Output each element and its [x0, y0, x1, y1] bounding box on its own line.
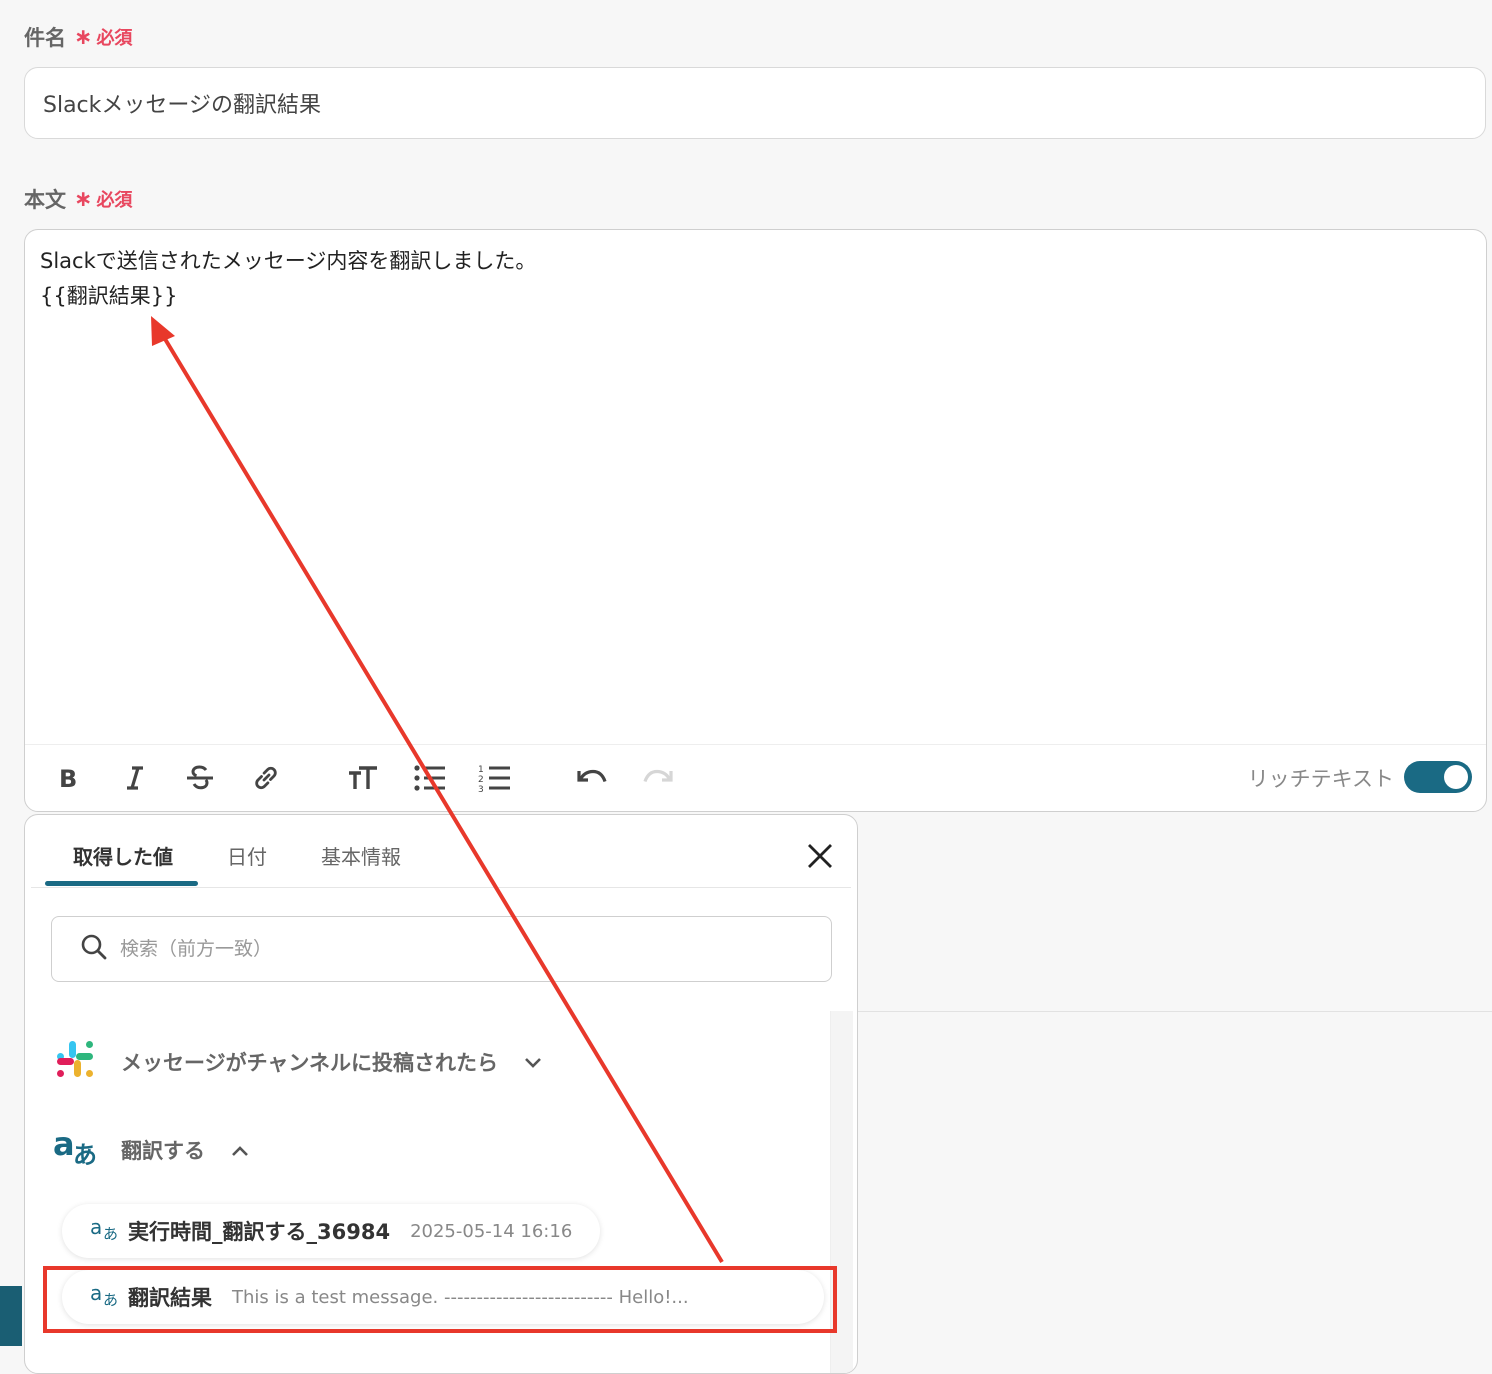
close-icon[interactable]: [807, 843, 833, 873]
tab-basic-info[interactable]: 基本情報: [321, 841, 401, 870]
svg-text:2: 2: [478, 775, 484, 785]
body-line: Slackで送信されたメッセージ内容を翻訳しました。: [40, 249, 537, 273]
required-text: 必須: [96, 190, 133, 211]
link-icon[interactable]: [251, 761, 281, 795]
bullet-list-icon[interactable]: [413, 761, 447, 795]
bold-icon[interactable]: B: [57, 761, 81, 795]
body-editor-content[interactable]: Slackで送信されたメッセージ内容を翻訳しました。 {{翻訳結果}}: [40, 244, 536, 314]
tab-divider: [31, 887, 851, 888]
subject-input[interactable]: Slackメッセージの翻訳結果: [24, 67, 1486, 139]
group-slack-trigger[interactable]: メッセージがチャンネルに投稿されたら: [53, 1037, 542, 1086]
body-label: 本文 ∗ 必須: [24, 184, 132, 214]
numbered-list-icon[interactable]: 123: [478, 761, 512, 795]
search-input[interactable]: [118, 937, 722, 961]
translate-icon: aあ: [90, 1215, 120, 1247]
svg-text:あ: あ: [103, 1225, 118, 1242]
editor-toolbar: B 123 リッチテキスト: [25, 744, 1486, 811]
variable-name: 実行時間_翻訳する_36984: [128, 1220, 391, 1244]
required-asterisk-icon: ∗: [74, 24, 93, 50]
body-editor[interactable]: Slackで送信されたメッセージ内容を翻訳しました。 {{翻訳結果}} B 12…: [24, 229, 1487, 812]
active-tab-indicator: [45, 881, 198, 886]
italic-icon[interactable]: [123, 761, 147, 795]
rich-text-toggle[interactable]: [1404, 761, 1472, 793]
svg-text:a: a: [90, 1216, 102, 1239]
subject-label-text: 件名: [24, 26, 66, 50]
translate-icon: aあ: [53, 1125, 101, 1172]
tab-acquired-values[interactable]: 取得した値: [73, 841, 173, 870]
strikethrough-icon[interactable]: [185, 761, 215, 795]
variable-value: 2025-05-14 16:16: [410, 1220, 573, 1242]
text-size-icon[interactable]: [347, 761, 379, 795]
subject-value: Slackメッセージの翻訳結果: [43, 93, 321, 118]
body-variable-line: {{翻訳結果}}: [40, 284, 178, 308]
chevron-down-icon[interactable]: [524, 1050, 542, 1074]
group-label: 翻訳する: [121, 1138, 205, 1163]
svg-text:a: a: [53, 1127, 75, 1163]
subject-label: 件名 ∗ 必須: [24, 22, 132, 52]
search-icon: [80, 933, 108, 965]
svg-text:1: 1: [478, 765, 484, 775]
redo-icon[interactable]: [641, 761, 675, 795]
undo-icon[interactable]: [575, 761, 609, 795]
background-button-edge: [0, 1286, 22, 1346]
section-divider: [858, 1011, 1492, 1012]
required-badge: ∗ 必須: [74, 24, 132, 50]
required-asterisk-icon: ∗: [74, 186, 93, 212]
slack-icon: [53, 1037, 97, 1086]
variable-item-execution-time[interactable]: aあ 実行時間_翻訳する_36984 2025-05-14 16:16: [62, 1204, 601, 1258]
chevron-up-icon[interactable]: [231, 1138, 249, 1162]
tab-date[interactable]: 日付: [227, 841, 267, 870]
svg-text:あ: あ: [73, 1141, 97, 1167]
body-label-text: 本文: [24, 188, 66, 212]
group-translate[interactable]: aあ 翻訳する: [53, 1125, 249, 1172]
search-box[interactable]: [51, 916, 832, 982]
svg-text:B: B: [59, 765, 77, 791]
svg-text:3: 3: [478, 785, 484, 793]
rich-text-label: リッチテキスト: [1247, 767, 1394, 791]
required-text: 必須: [96, 28, 133, 49]
annotation-highlight-box: [43, 1266, 837, 1333]
group-label: メッセージがチャンネルに投稿されたら: [121, 1050, 498, 1075]
required-badge: ∗ 必須: [74, 186, 132, 212]
